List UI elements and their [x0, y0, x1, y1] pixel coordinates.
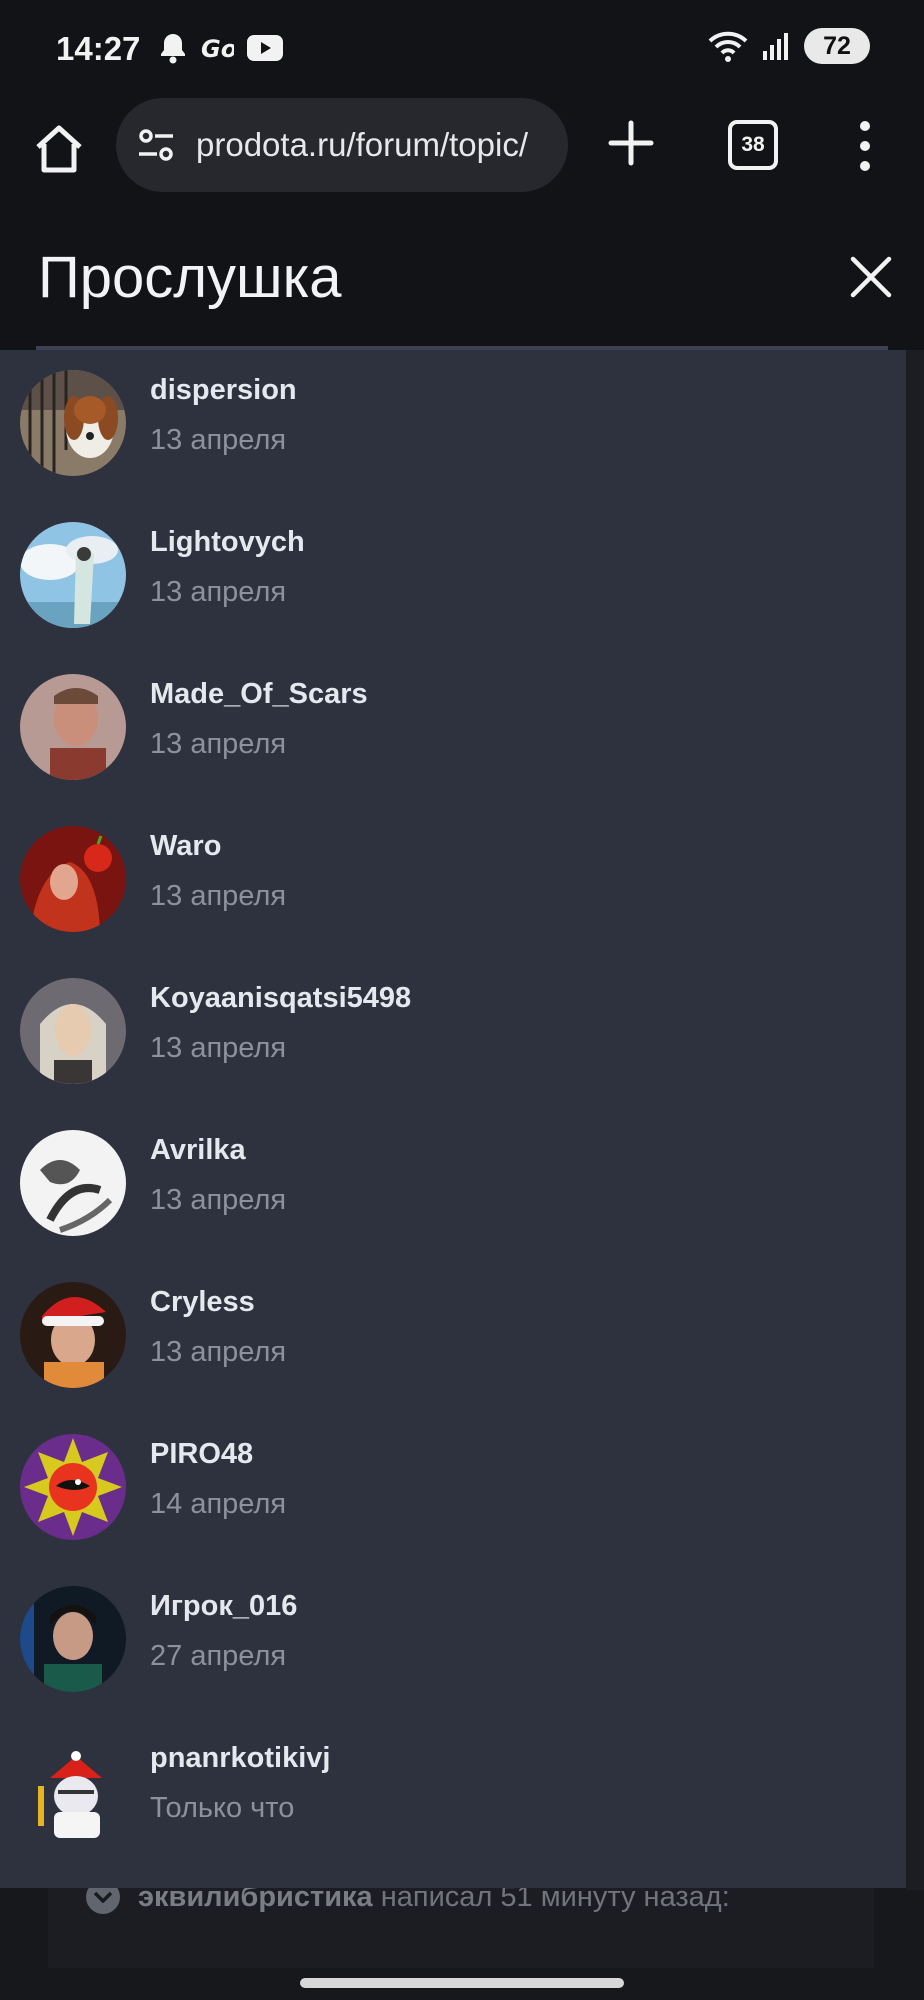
- listen-date: 14 апреля: [150, 1488, 287, 1520]
- youtube-icon: [247, 35, 283, 61]
- avatar[interactable]: [20, 522, 126, 628]
- background-page-edge: [906, 350, 924, 1890]
- avatar[interactable]: [20, 674, 126, 780]
- notification-icons: Go: [158, 32, 284, 64]
- site-settings-icon[interactable]: [136, 125, 176, 165]
- listen-date: 27 апреля: [150, 1640, 287, 1672]
- avatar[interactable]: [20, 1434, 126, 1540]
- wifi-icon: [708, 31, 748, 62]
- user-name[interactable]: pnanrkotikivj: [150, 1742, 331, 1775]
- list-item[interactable]: dispersion 13 апреля: [0, 362, 906, 514]
- home-indicator[interactable]: [300, 1978, 624, 1988]
- list-item[interactable]: Игрок_016 27 апреля: [0, 1578, 906, 1730]
- user-name[interactable]: Waro: [150, 830, 221, 863]
- listen-date: 13 апреля: [150, 1032, 287, 1064]
- user-name[interactable]: PIRO48: [150, 1438, 253, 1471]
- avatar[interactable]: [20, 1282, 126, 1388]
- sheet-header: Прослушка: [0, 214, 924, 350]
- status-time: 14:27: [56, 30, 141, 67]
- avatar[interactable]: [20, 1738, 126, 1844]
- browser-toolbar: prodota.ru/forum/topic/ 38: [0, 98, 924, 216]
- list-item[interactable]: Cryless 13 апреля: [0, 1274, 906, 1426]
- svg-text:Go: Go: [201, 35, 234, 63]
- bell-icon: [161, 34, 185, 64]
- listen-date: 13 апреля: [150, 728, 287, 760]
- avatar[interactable]: [20, 978, 126, 1084]
- user-list[interactable]: dispersion 13 апреля Lightovych 13 апрел…: [0, 350, 906, 1888]
- list-item[interactable]: Avrilka 13 апреля: [0, 1122, 906, 1274]
- list-item[interactable]: Made_Of_Scars 13 апреля: [0, 666, 906, 818]
- list-item[interactable]: Waro 13 апреля: [0, 818, 906, 970]
- listen-date: 13 апреля: [150, 1336, 287, 1368]
- user-name[interactable]: Игрок_016: [150, 1590, 297, 1623]
- listen-date: 13 апреля: [150, 1184, 287, 1216]
- url-text[interactable]: prodota.ru/forum/topic/: [196, 126, 560, 164]
- avatar[interactable]: [20, 1130, 126, 1236]
- battery-indicator: 72: [804, 28, 870, 64]
- address-bar[interactable]: prodota.ru/forum/topic/: [116, 98, 568, 192]
- status-right: 72: [708, 28, 870, 64]
- sheet-title: Прослушка: [38, 245, 342, 310]
- avatar[interactable]: [20, 826, 126, 932]
- status-bar: 14:27 Go 72: [0, 0, 924, 98]
- listen-date: Только что: [150, 1792, 295, 1824]
- listen-date: 13 апреля: [150, 424, 287, 456]
- user-name[interactable]: Avrilka: [150, 1134, 246, 1167]
- user-name[interactable]: Koyaanisqatsi5498: [150, 982, 411, 1015]
- new-tab-icon[interactable]: [606, 118, 656, 168]
- close-icon[interactable]: [848, 254, 894, 300]
- signal-icon: [763, 33, 788, 60]
- avatar[interactable]: [20, 1586, 126, 1692]
- user-name[interactable]: Cryless: [150, 1286, 255, 1319]
- user-name[interactable]: dispersion: [150, 374, 297, 407]
- listen-date: 13 апреля: [150, 576, 287, 608]
- go-app-icon: Go: [201, 35, 234, 63]
- list-item[interactable]: PIRO48 14 апреля: [0, 1426, 906, 1578]
- listen-date: 13 апреля: [150, 880, 287, 912]
- avatar[interactable]: [20, 370, 126, 476]
- home-icon[interactable]: [30, 120, 88, 178]
- more-menu-icon[interactable]: [852, 118, 878, 174]
- list-item[interactable]: Koyaanisqatsi5498 13 апреля: [0, 970, 906, 1122]
- user-name[interactable]: Made_Of_Scars: [150, 678, 368, 711]
- user-name[interactable]: Lightovych: [150, 526, 305, 559]
- list-item[interactable]: pnanrkotikivj Только что: [0, 1730, 906, 1882]
- tab-switcher-button[interactable]: 38: [728, 120, 778, 170]
- list-item[interactable]: Lightovych 13 апреля: [0, 514, 906, 666]
